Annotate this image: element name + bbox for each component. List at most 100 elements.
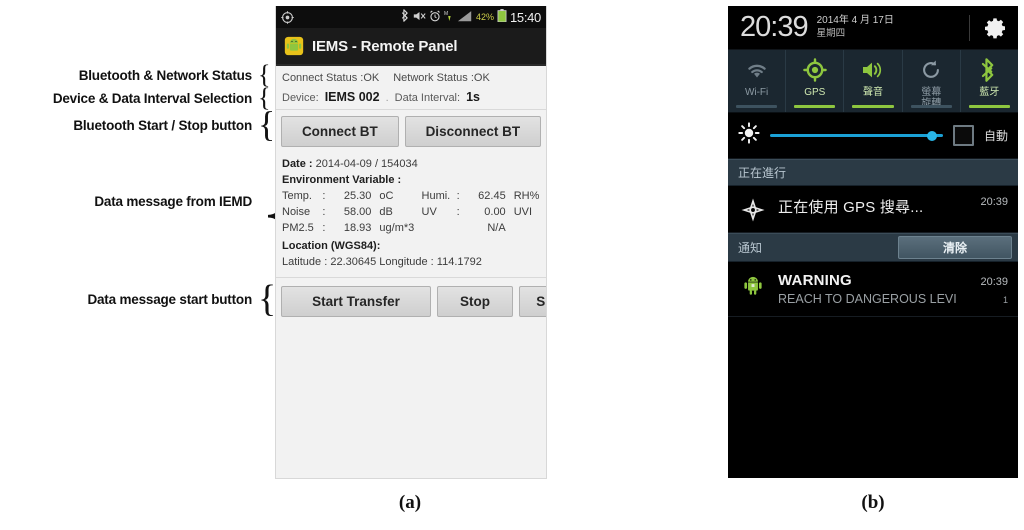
toggle-screen-rotation[interactable]: 螢幕 旋轉 (903, 50, 961, 112)
svg-text:M: M (444, 11, 448, 17)
brace-bt-start-stop: { (258, 104, 276, 144)
warning-subtitle-row: REACH TO DANGEROUS LEVI 1 (778, 289, 1008, 306)
clear-notifications-button[interactable]: 清除 (898, 236, 1012, 259)
toggle-wifi[interactable]: Wi-Fi (728, 50, 787, 112)
gear-icon[interactable] (984, 16, 1008, 40)
figure-root: Bluetooth & Network Status { Device & Da… (0, 0, 1024, 530)
disconnect-bt-button[interactable]: Disconnect BT (404, 116, 542, 147)
interval-value-spinner[interactable]: 1s (466, 90, 480, 104)
header-divider (969, 14, 970, 41)
pm25-colon: : (322, 221, 326, 234)
interval-label: Data Interval: (394, 92, 461, 104)
gps-icon (281, 10, 294, 24)
android-robot-icon (740, 272, 766, 296)
notifications-section-header: 通知 清除 (728, 233, 1018, 262)
bluetooth-button-row: Connect BT Disconnect BT (276, 110, 546, 153)
device-value-spinner[interactable]: IEMS 002 (325, 90, 380, 104)
brightness-icon (738, 122, 760, 149)
toggle-wifi-bar (736, 105, 778, 108)
na-value: N/A (487, 221, 506, 234)
location-label: Location (WGS84): (282, 239, 381, 252)
toggle-bluetooth[interactable]: 藍牙 (961, 50, 1018, 112)
auto-brightness-checkbox[interactable] (952, 125, 974, 146)
gps-icon (786, 57, 843, 83)
connect-status-text: Connect Status :OK (282, 72, 380, 84)
brightness-track (770, 134, 943, 137)
network-status-text: Network Status :OK (393, 72, 490, 84)
send-button[interactable]: SEND (519, 285, 546, 317)
na-name (422, 221, 457, 237)
toggle-wifi-label: Wi-Fi (744, 87, 769, 98)
ongoing-notification-time: 20:39 (980, 196, 1008, 208)
toggle-sound-bar (852, 105, 894, 108)
coordinates-line: Latitude : 22.30645 Longitude : 114.1792 (282, 255, 540, 271)
signal-icon (457, 10, 473, 25)
start-transfer-button[interactable]: Start Transfer (281, 285, 431, 317)
quick-settings-toggles: Wi-Fi GPS 聲音 螢幕 旋轉 藍牙 (728, 50, 1018, 113)
toggle-sound[interactable]: 聲音 (844, 50, 903, 112)
date-line: Date : 2014-04-09 / 154034 (282, 157, 540, 173)
warning-notification-time: 20:39 (980, 276, 1008, 288)
ongoing-notification-title: 正在使用 GPS 搜尋... (778, 199, 924, 216)
shade-clock: 20:39 (740, 11, 809, 43)
warning-notification-title: WARNING (778, 272, 852, 289)
shade-date-block: 2014年 4 月 17日 星期四 (817, 15, 894, 39)
brightness-knob[interactable] (926, 130, 937, 141)
latitude-value: 22.30645 (330, 255, 377, 268)
ongoing-notification-item[interactable]: 正在使用 GPS 搜尋... 20:39 (728, 186, 1018, 233)
stop-button[interactable]: Stop (437, 285, 513, 317)
longitude-value: 114.1792 (436, 255, 482, 268)
uv-colon: : (456, 205, 460, 218)
warning-notification-text: WARNING 20:39 REACH TO DANGEROUS LEVI 1 (778, 272, 1008, 306)
temp-value: 25.30 (343, 189, 372, 202)
gps-target-icon (740, 196, 766, 222)
noise-colon: : (322, 205, 326, 218)
transfer-button-row: Start Transfer Stop SEND (276, 278, 546, 325)
toggle-bluetooth-label: 藍牙 (979, 87, 1000, 98)
bluetooth-icon (961, 57, 1018, 83)
humi-colon: : (456, 189, 460, 202)
volume-icon (844, 57, 901, 83)
na-unit (514, 221, 540, 237)
caption-a: (a) (398, 492, 422, 513)
warning-notification-subtitle: REACH TO DANGEROUS LEVI (778, 292, 957, 306)
ongoing-notification-text: 正在使用 GPS 搜尋... (778, 196, 962, 217)
annotation-data-start-button: Data message start button (87, 292, 252, 307)
brace-data-start-button: { (258, 278, 277, 320)
warning-title-row: WARNING 20:39 (778, 272, 1008, 289)
toggle-gps[interactable]: GPS (786, 50, 845, 112)
shade-empty-space (728, 317, 1018, 478)
date-value: 2014-04-09 / 154034 (315, 158, 418, 170)
app-empty-space (276, 324, 546, 475)
latitude-label: Latitude : (282, 255, 328, 268)
temp-name: Temp. (282, 189, 312, 202)
sync-icon: M (444, 10, 454, 25)
date-label: Date : (282, 158, 313, 170)
status-bar-icons: M 42% 15:40 (401, 9, 541, 25)
data-row: Noise : 58.00 dB UV : 0.00 UVI (282, 205, 540, 221)
environment-variable-label: Environment Variable : (282, 173, 402, 186)
connect-bt-button[interactable]: Connect BT (281, 116, 399, 147)
noise-name: Noise (282, 205, 311, 218)
annotation-device-interval: Device & Data Interval Selection (52, 91, 252, 106)
pm25-name: PM2.5 (282, 221, 314, 234)
ongoing-section-header: 正在進行 (728, 159, 1018, 186)
toggle-gps-label: GPS (804, 87, 826, 98)
auto-brightness-label: 自動 (983, 129, 1008, 143)
battery-percent: 42% (475, 12, 494, 22)
humi-name: Humi. (421, 189, 451, 202)
ongoing-section-title: 正在進行 (738, 166, 787, 180)
notifications-section-title: 通知 (738, 241, 763, 255)
wifi-icon (728, 57, 785, 83)
warning-notification-item[interactable]: WARNING 20:39 REACH TO DANGEROUS LEVI 1 (728, 262, 1018, 317)
bluetooth-icon (401, 9, 410, 25)
data-row: Temp. : 25.30 oC Humi. : 62.45 RH% (282, 189, 540, 205)
longitude-label: Longitude : (379, 255, 434, 268)
humi-unit: RH% (513, 189, 540, 202)
row-separator: . (385, 92, 389, 104)
pm25-value: 18.93 (343, 221, 372, 234)
brightness-slider[interactable] (770, 129, 943, 143)
uv-name: UV (421, 205, 437, 218)
shade-date: 2014年 4 月 17日 (816, 15, 894, 27)
panel-b-notification-shade: 20:39 2014年 4 月 17日 星期四 Wi-Fi GPS 聲音 螢幕 … (728, 6, 1018, 478)
